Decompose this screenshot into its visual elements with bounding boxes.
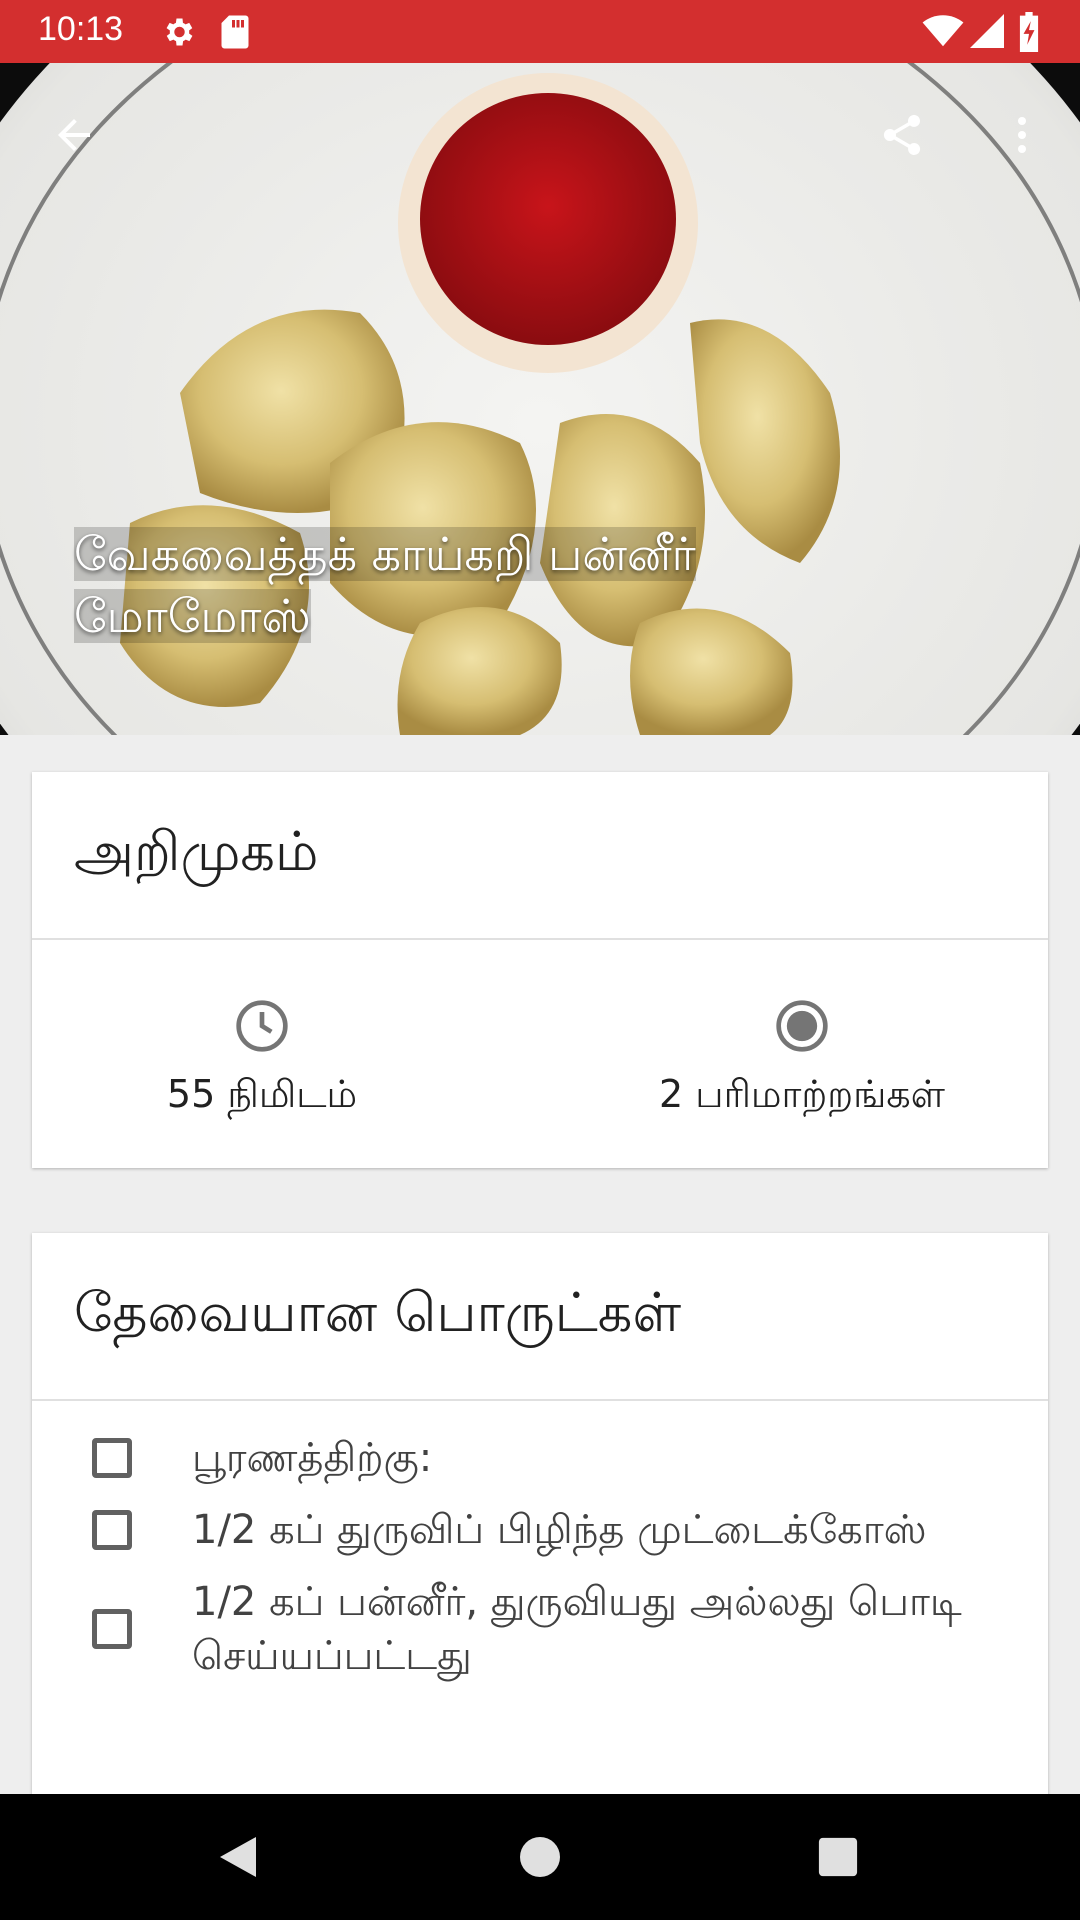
nav-recents-button[interactable] <box>802 1827 874 1887</box>
more-vert-icon <box>1018 117 1026 153</box>
system-nav-bar <box>0 1794 1080 1920</box>
recipe-stats: 55 நிமிடம் 2 பரிமாற்றங்கள் <box>32 940 1048 1164</box>
battery-icon <box>1018 12 1040 56</box>
servings: 2 பரிமாற்றங்கள் <box>572 998 1032 1122</box>
share-icon <box>883 114 921 155</box>
ingredients-list: பூரணத்திற்கு: 1/2 கப் துருவிப் பிழிந்த ம… <box>32 1401 1048 1683</box>
ingredients-card-title: தேவையான பொருட்கள் <box>32 1233 1048 1401</box>
ingredient-checkbox[interactable] <box>92 1438 132 1478</box>
ingredient-text: 1/2 கப் துருவிப் பிழிந்த முட்டைக்கோஸ் <box>192 1507 927 1553</box>
nav-back-button[interactable] <box>202 1827 274 1887</box>
nav-home-button[interactable] <box>504 1827 576 1887</box>
cooking-time: 55 நிமிடம் <box>32 998 492 1122</box>
ingredients-card: தேவையான பொருட்கள் பூரணத்திற்கு: 1/2 கப் … <box>32 1233 1048 1833</box>
recipe-hero-image: வேகவைத்தக் காய்கறி பன்னீர் மோமோஸ் <box>0 63 1080 735</box>
ingredient-text: 1/2 கப் பன்னீர், துருவியது அல்லது பொடி ச… <box>192 1579 962 1679</box>
intro-card-title: அறிமுகம் <box>32 772 1048 940</box>
settings-icon <box>160 14 196 54</box>
recipe-title: வேகவைத்தக் காய்கறி பன்னீர் மோமோஸ் <box>74 527 696 643</box>
nav-recents-icon <box>818 1837 858 1877</box>
wifi-icon <box>922 14 964 52</box>
arrow-back-icon <box>58 119 90 151</box>
ingredient-item[interactable]: பூரணத்திற்கு: <box>32 1431 1048 1485</box>
nav-back-icon <box>220 1837 256 1877</box>
ingredient-text: பூரணத்திற்கு: <box>192 1435 433 1481</box>
servings-label: 2 பரிமாற்றங்கள் <box>659 1072 945 1116</box>
signal-icon <box>970 14 1004 52</box>
more-options-button[interactable] <box>986 99 1058 171</box>
ingredient-item[interactable]: 1/2 கப் பன்னீர், துருவியது அல்லது பொடி ச… <box>32 1575 1048 1683</box>
sd-card-icon <box>220 14 250 54</box>
radio-button-icon <box>776 1000 828 1052</box>
status-bar: 10:13 <box>0 0 1080 63</box>
status-time: 10:13 <box>38 10 124 48</box>
intro-card: அறிமுகம் 55 நிமிடம் 2 பரிமாற்றங்கள் <box>32 772 1048 1168</box>
clock-icon <box>236 1000 288 1052</box>
ingredient-checkbox[interactable] <box>92 1609 132 1649</box>
back-button[interactable] <box>38 99 110 171</box>
share-button[interactable] <box>866 99 938 171</box>
nav-home-icon <box>520 1837 560 1877</box>
cooking-time-label: 55 நிமிடம் <box>166 1072 358 1116</box>
ingredient-item[interactable]: 1/2 கப் துருவிப் பிழிந்த முட்டைக்கோஸ் <box>32 1503 1048 1557</box>
ingredient-checkbox[interactable] <box>92 1510 132 1550</box>
